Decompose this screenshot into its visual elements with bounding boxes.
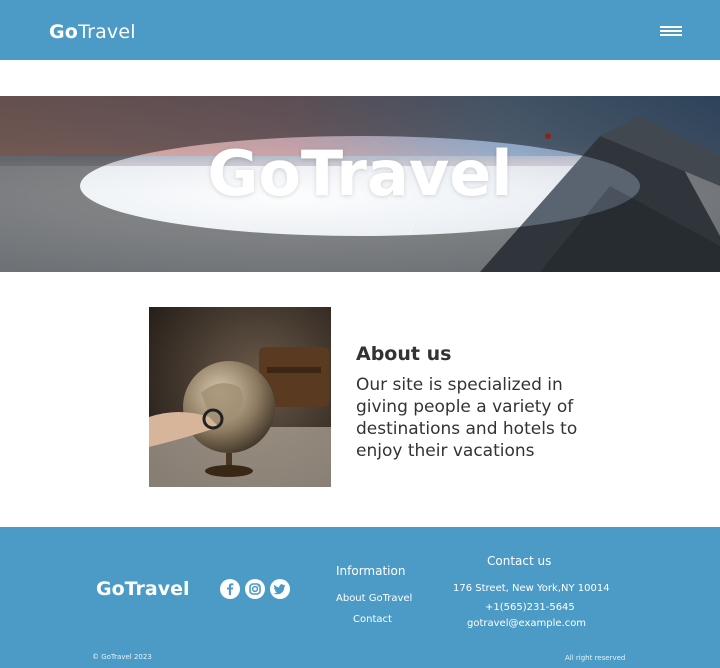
hero-banner: GoTravel Travel Agency [0, 96, 720, 272]
about-gotravel-link[interactable]: About GoTravel [336, 592, 412, 606]
contact-email[interactable]: gotravel@example.com [467, 617, 586, 631]
logo-light-text: Travel [78, 21, 136, 43]
top-navbar: GoTravel [0, 0, 720, 60]
hero-title: GoTravel [207, 137, 513, 210]
about-description: Our site is specialized in giving people… [356, 375, 578, 461]
contact-link[interactable]: Contact [353, 613, 392, 627]
twitter-icon[interactable] [270, 579, 290, 599]
contact-address: 176 Street, New York,NY 10014 [453, 583, 610, 594]
site-footer: GoTravel Information About GoTravel Cont… [0, 527, 720, 668]
site-logo[interactable]: GoTravel [49, 20, 136, 44]
contact-heading: Contact us [487, 554, 552, 568]
instagram-icon[interactable] [245, 579, 265, 599]
about-heading: About us [356, 343, 452, 365]
copyright-text: © GoTravel 2023 [92, 653, 152, 661]
hero-subtitle: Travel Agency [304, 217, 416, 235]
facebook-icon[interactable] [220, 579, 240, 599]
rights-text: All right reserved [565, 654, 626, 662]
about-globe-image [149, 307, 331, 487]
footer-logo[interactable]: GoTravel [96, 577, 190, 601]
information-heading: Information [336, 564, 406, 578]
logo-bold-text: Go [49, 21, 79, 43]
contact-phone: +1(565)231-5645 [485, 602, 575, 613]
hamburger-menu-icon[interactable] [660, 26, 682, 38]
